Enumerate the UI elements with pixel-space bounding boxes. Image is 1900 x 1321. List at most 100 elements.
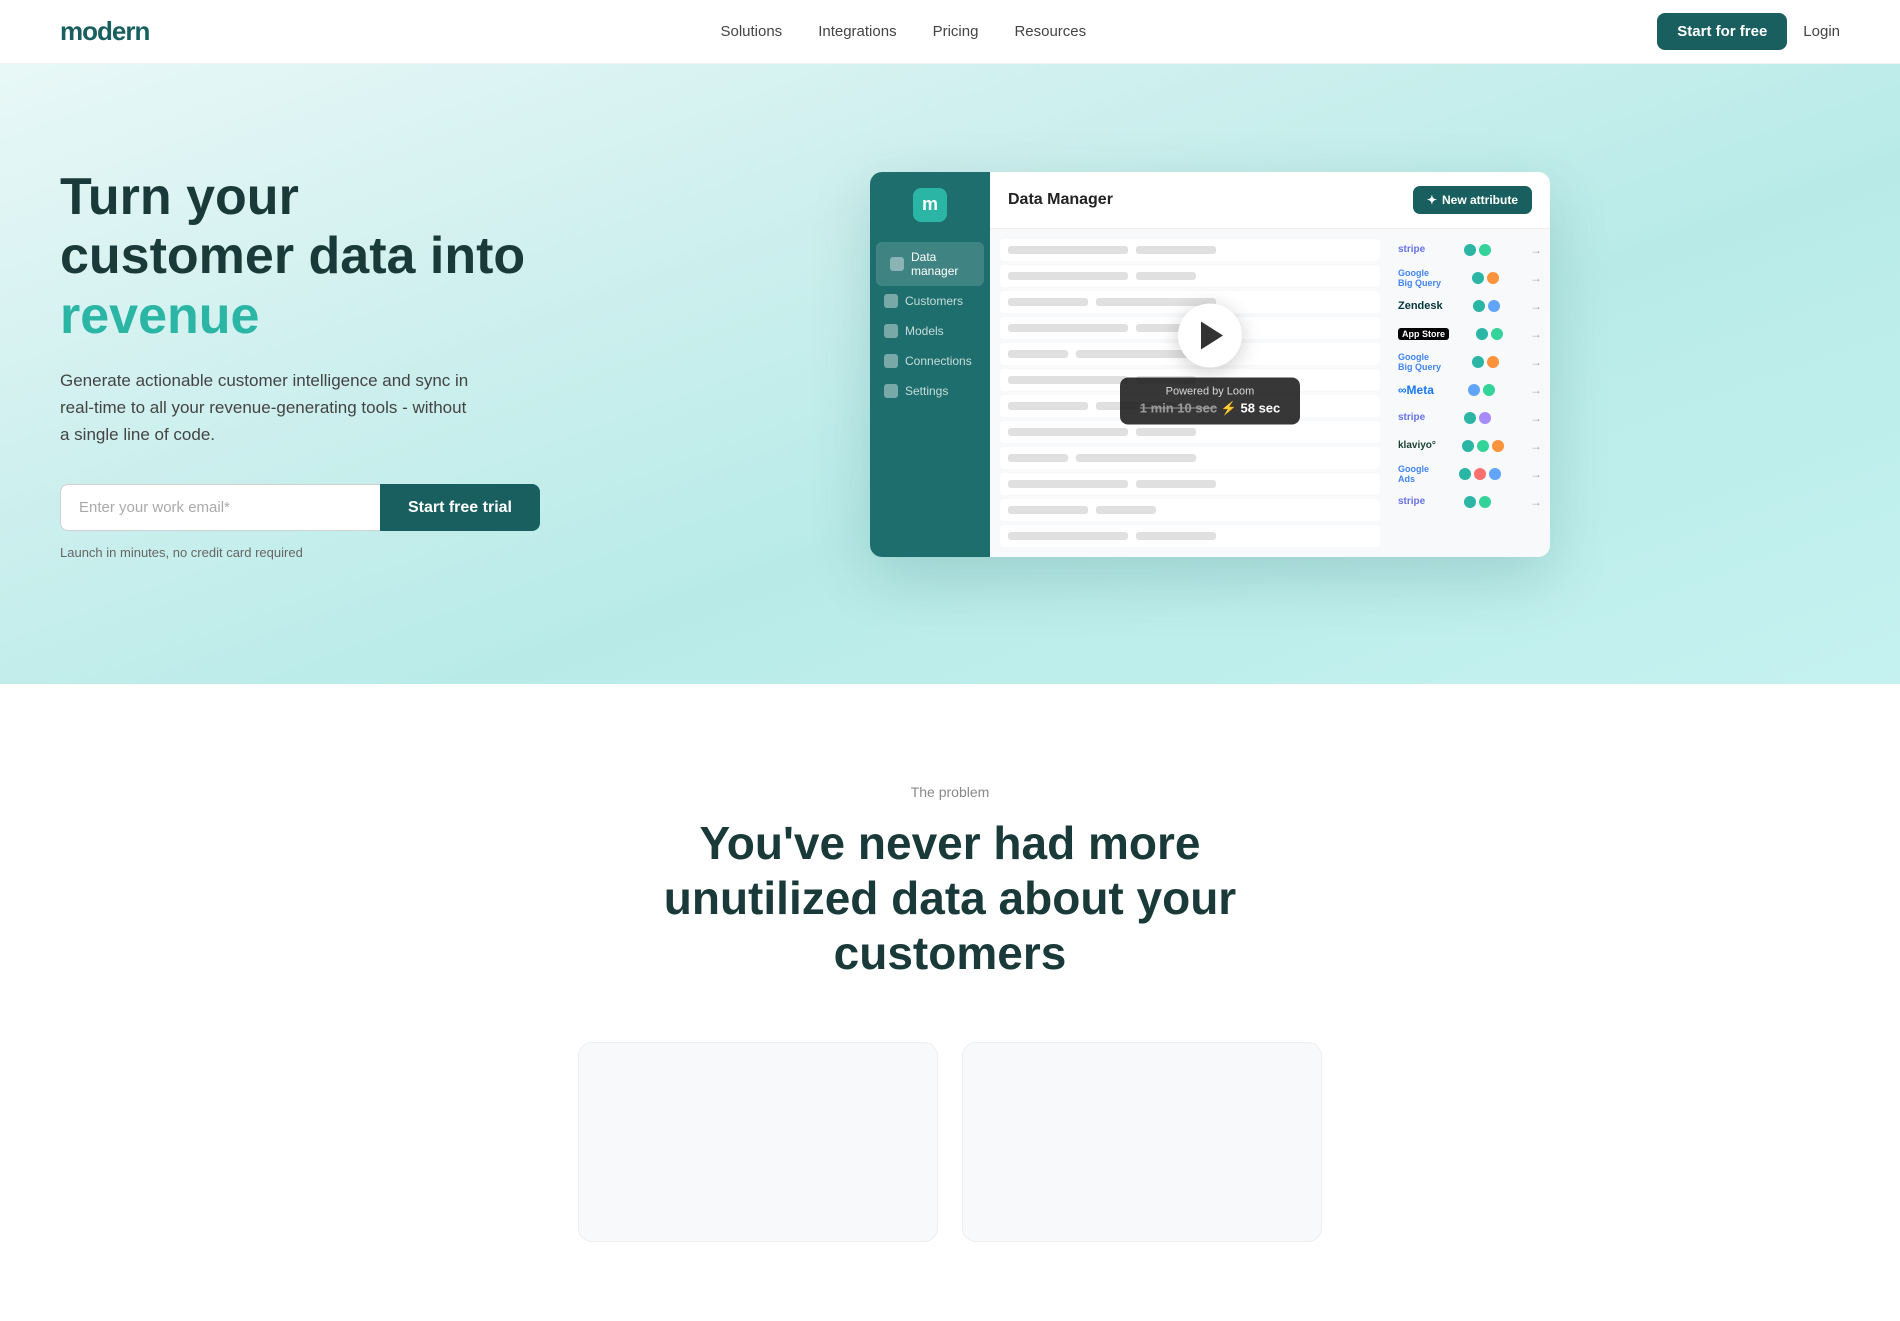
sidebar-customers[interactable]: Customers (870, 286, 990, 316)
new-attribute-sparkle-icon: ✦ (1427, 193, 1437, 207)
row-bar (1008, 298, 1088, 306)
nav-links: Solutions Integrations Pricing Resources (720, 23, 1086, 40)
stripe-logo: stripe (1398, 244, 1425, 255)
icon-dot (1472, 356, 1484, 368)
arrow-icon: → (1530, 299, 1542, 313)
play-triangle-icon (1201, 322, 1223, 350)
integration-icons (1476, 328, 1503, 340)
integration-appstore: App Store → (1398, 321, 1542, 347)
arrow-icon: → (1530, 439, 1542, 453)
icon-dot (1468, 384, 1480, 396)
sidebar-connections[interactable]: Connections (870, 346, 990, 376)
arrow-icon: → (1530, 355, 1542, 369)
settings-icon (884, 384, 898, 398)
new-attribute-button[interactable]: ✦ New attribute (1413, 186, 1532, 214)
sidebar-customers-label: Customers (905, 294, 963, 308)
table-row (1000, 447, 1380, 469)
icon-dot (1464, 244, 1476, 256)
loom-time: 1 min 10 sec ⚡ 58 sec (1134, 401, 1286, 417)
loom-time-new: 58 sec (1241, 401, 1281, 416)
hero-email-input[interactable] (60, 484, 380, 531)
arrow-icon: → (1530, 411, 1542, 425)
icon-dot (1464, 412, 1476, 424)
google-ads-logo: GoogleAds (1398, 464, 1429, 484)
loom-time-old: 1 min 10 sec (1140, 401, 1217, 416)
hero-subtitle: Generate actionable customer intelligenc… (60, 367, 480, 449)
row-bar (1008, 402, 1088, 410)
hero-title-part1: Turn your customer data into (60, 168, 525, 286)
sidebar-models-label: Models (905, 324, 944, 338)
row-bar (1008, 480, 1128, 488)
row-bar (1008, 246, 1128, 254)
integration-klaviyo: klaviyo° → (1398, 433, 1542, 459)
nav-login-button[interactable]: Login (1803, 23, 1840, 40)
table-row (1000, 499, 1380, 521)
icon-dot (1472, 272, 1484, 284)
icon-dot (1479, 412, 1491, 424)
integration-google-bq: GoogleBig Query → (1398, 265, 1542, 291)
google-bq2-logo: GoogleBig Query (1398, 352, 1441, 372)
row-bar (1008, 532, 1128, 540)
klaviyo-logo: klaviyo° (1398, 440, 1436, 451)
hero-cta-button[interactable]: Start free trial (380, 484, 540, 531)
row-bar (1008, 350, 1068, 358)
integration-zendesk: Zendesk → (1398, 293, 1542, 319)
row-bar (1008, 324, 1128, 332)
icon-dot (1464, 496, 1476, 508)
hero-section: Turn your customer data into revenue Gen… (0, 64, 1900, 684)
icon-dot (1487, 356, 1499, 368)
icon-dot (1487, 272, 1499, 284)
stripe2-logo: stripe (1398, 412, 1425, 423)
hero-note: Launch in minutes, no credit card requir… (60, 545, 540, 560)
table-row (1000, 525, 1380, 547)
icon-dot (1473, 300, 1485, 312)
nav-start-free-button[interactable]: Start for free (1657, 13, 1787, 50)
nav-integrations[interactable]: Integrations (818, 23, 896, 40)
navigation: modern Solutions Integrations Pricing Re… (0, 0, 1900, 64)
table-row (1000, 473, 1380, 495)
integration-icons (1462, 440, 1504, 452)
integration-icons (1468, 384, 1495, 396)
row-bar (1096, 506, 1156, 514)
row-bar (1008, 272, 1128, 280)
app-sidebar-logo: m (913, 188, 947, 222)
sidebar-data-manager[interactable]: Data manager (876, 242, 984, 286)
icon-dot (1474, 468, 1486, 480)
sidebar-settings[interactable]: Settings (870, 376, 990, 406)
icon-dot (1483, 384, 1495, 396)
sidebar-data-manager-label: Data manager (911, 250, 970, 278)
meta-logo: ∞Meta (1398, 383, 1434, 397)
hero-title: Turn your customer data into revenue (60, 168, 540, 347)
nav-resources[interactable]: Resources (1014, 23, 1086, 40)
integration-icons (1472, 272, 1499, 284)
integration-icons (1473, 300, 1500, 312)
google-bq-logo: GoogleBig Query (1398, 268, 1441, 288)
zendesk-logo: Zendesk (1398, 300, 1443, 312)
play-button[interactable] (1178, 304, 1242, 368)
nav-pricing[interactable]: Pricing (933, 23, 979, 40)
icon-dot (1489, 468, 1501, 480)
row-bar (1136, 246, 1216, 254)
arrow-icon: → (1530, 383, 1542, 397)
row-bar (1076, 454, 1196, 462)
lightning-icon: ⚡ (1221, 401, 1241, 416)
problem-card-2 (962, 1042, 1322, 1242)
app-screenshot: m Data manager Customers Models Connecti… (870, 172, 1550, 557)
integration-stripe: stripe → (1398, 237, 1542, 263)
hero-right: m Data manager Customers Models Connecti… (540, 172, 1840, 557)
connections-icon (884, 354, 898, 368)
nav-solutions[interactable]: Solutions (720, 23, 782, 40)
sidebar-models[interactable]: Models (870, 316, 990, 346)
stripe3-logo: stripe (1398, 496, 1425, 507)
appstore-logo: App Store (1398, 328, 1449, 340)
integration-google-bq2: GoogleBig Query → (1398, 349, 1542, 375)
hero-form: Start free trial (60, 484, 540, 531)
arrow-icon: → (1530, 271, 1542, 285)
arrow-icon: → (1530, 467, 1542, 481)
problem-card-1 (578, 1042, 938, 1242)
integration-stripe2: stripe → (1398, 405, 1542, 431)
app-header-title: Data Manager (1008, 191, 1113, 209)
integration-google-ads: GoogleAds → (1398, 461, 1542, 487)
row-bar (1136, 272, 1196, 280)
loom-badge: Powered by Loom 1 min 10 sec ⚡ 58 sec (1120, 378, 1300, 425)
